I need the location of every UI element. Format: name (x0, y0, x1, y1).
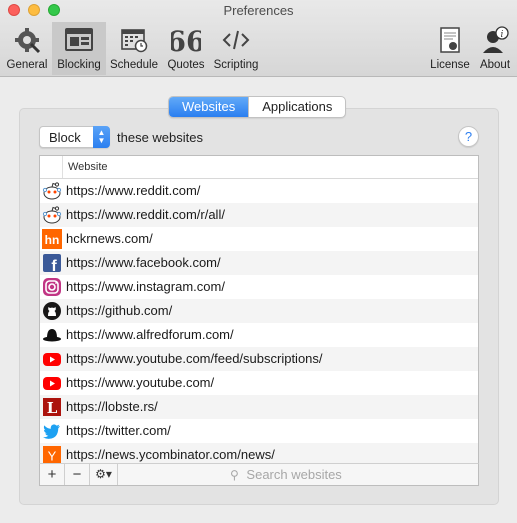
table-row[interactable]: https://www.instagram.com/ (40, 275, 478, 299)
facebook-icon: f (42, 253, 62, 273)
person-info-icon: i (483, 26, 509, 53)
twitter-icon (42, 421, 62, 441)
title-toolbar: Preferences General Blocking Schedule 66… (0, 0, 517, 77)
hn-icon: hn (42, 229, 62, 249)
toolbar-scripting[interactable]: Scripting (210, 22, 262, 75)
row-url: https://www.facebook.com/ (66, 255, 221, 270)
gear-menu-button[interactable]: ⚙▾ (90, 464, 118, 485)
toolbar-about[interactable]: i About (475, 22, 515, 75)
ycombinator-icon: Y (42, 445, 62, 464)
table-row[interactable]: https://twitter.com/ (40, 419, 478, 443)
toolbar-quotes-label: Quotes (167, 59, 205, 71)
help-button[interactable]: ? (458, 126, 479, 147)
table-row[interactable]: hn hckrnews.com/ (40, 227, 478, 251)
lobsters-icon: L (42, 397, 62, 417)
toolbar-schedule[interactable]: Schedule (108, 22, 160, 75)
tab-switcher: Websites Applications (168, 96, 347, 118)
toolbar-general[interactable]: General (4, 22, 50, 75)
row-url: https://github.com/ (66, 303, 173, 318)
block-mode-value: Block (49, 130, 81, 145)
svg-text:hn: hn (45, 233, 60, 247)
svg-text:Y: Y (48, 449, 57, 464)
row-url: https://lobste.rs/ (66, 399, 158, 414)
instagram-icon (42, 277, 62, 297)
browser-window-icon (65, 28, 93, 51)
gear-wrench-icon (15, 28, 41, 54)
gear-icon: ⚙▾ (95, 467, 112, 481)
row-url: hckrnews.com/ (66, 231, 153, 246)
certificate-icon (440, 27, 460, 53)
toolbar-general-label: General (6, 59, 48, 71)
remove-website-button[interactable]: − (65, 464, 90, 485)
bowler-hat-icon (42, 325, 62, 345)
row-url: https://www.youtube.com/ (66, 375, 215, 390)
toolbar-blocking-label: Blocking (57, 59, 101, 71)
websites-table: Website https://www.reddit.com/ https://… (39, 155, 479, 464)
row-url: https://news.ycombinator.com/news/ (66, 447, 275, 462)
row-url: https://www.instagram.com/ (66, 279, 225, 294)
add-website-button[interactable]: + (40, 464, 65, 485)
github-icon (42, 301, 62, 321)
table-header: Website (40, 156, 478, 179)
row-url: https://www.reddit.com/r/all/ (66, 207, 225, 222)
search-websites-field[interactable]: ⚲ Search websites (230, 467, 342, 482)
table-row[interactable]: https://www.youtube.com/ (40, 371, 478, 395)
row-url: https://www.alfredforum.com/ (66, 327, 234, 342)
search-placeholder: Search websites (246, 467, 342, 482)
toolbar-scripting-label: Scripting (213, 59, 259, 71)
svg-text:66: 66 (171, 26, 201, 54)
quote-icon: 66 (171, 26, 201, 54)
website-column-header[interactable]: Website (68, 161, 108, 173)
toolbar-blocking[interactable]: Blocking (52, 22, 106, 75)
table-row[interactable]: f https://www.facebook.com/ (40, 251, 478, 275)
reddit-icon (42, 205, 62, 225)
table-row[interactable]: https://www.reddit.com/r/all/ (40, 203, 478, 227)
svg-text:f: f (51, 258, 57, 273)
toolbar-license-label: License (430, 59, 470, 71)
calendar-icon (121, 29, 148, 53)
toolbar-schedule-label: Schedule (110, 59, 158, 71)
table-row[interactable]: https://www.youtube.com/feed/subscriptio… (40, 347, 478, 371)
table-row[interactable]: https://github.com/ (40, 299, 478, 323)
chevron-updown-icon: ▲ ▼ (93, 126, 110, 148)
table-row[interactable]: L https://lobste.rs/ (40, 395, 478, 419)
code-icon (222, 30, 250, 50)
table-row[interactable]: https://www.reddit.com/ (40, 179, 478, 203)
toolbar-quotes[interactable]: 66 Quotes (162, 22, 210, 75)
svg-text:i: i (501, 30, 504, 40)
toolbar-license[interactable]: License (427, 22, 473, 75)
table-row[interactable]: Y https://news.ycombinator.com/news/ (40, 443, 478, 464)
table-bottom-bar: + − ⚙▾ ⚲ Search websites (39, 463, 479, 486)
row-url: https://twitter.com/ (66, 423, 171, 438)
icon-column-header[interactable] (40, 156, 63, 178)
search-icon: ⚲ (230, 468, 239, 482)
block-mode-select[interactable]: Block ▲ ▼ (39, 126, 110, 148)
row-url: https://www.reddit.com/ (66, 183, 201, 198)
reddit-icon (42, 181, 62, 201)
youtube-icon (42, 349, 62, 369)
table-row[interactable]: https://www.alfredforum.com/ (40, 323, 478, 347)
toolbar-about-label: About (479, 59, 511, 71)
block-mode-label: these websites (117, 130, 203, 145)
tab-websites[interactable]: Websites (169, 97, 249, 117)
youtube-icon (42, 373, 62, 393)
window-title: Preferences (223, 3, 294, 18)
row-url: https://www.youtube.com/feed/subscriptio… (66, 351, 323, 366)
tab-applications[interactable]: Applications (248, 97, 345, 117)
svg-text:L: L (47, 399, 58, 417)
